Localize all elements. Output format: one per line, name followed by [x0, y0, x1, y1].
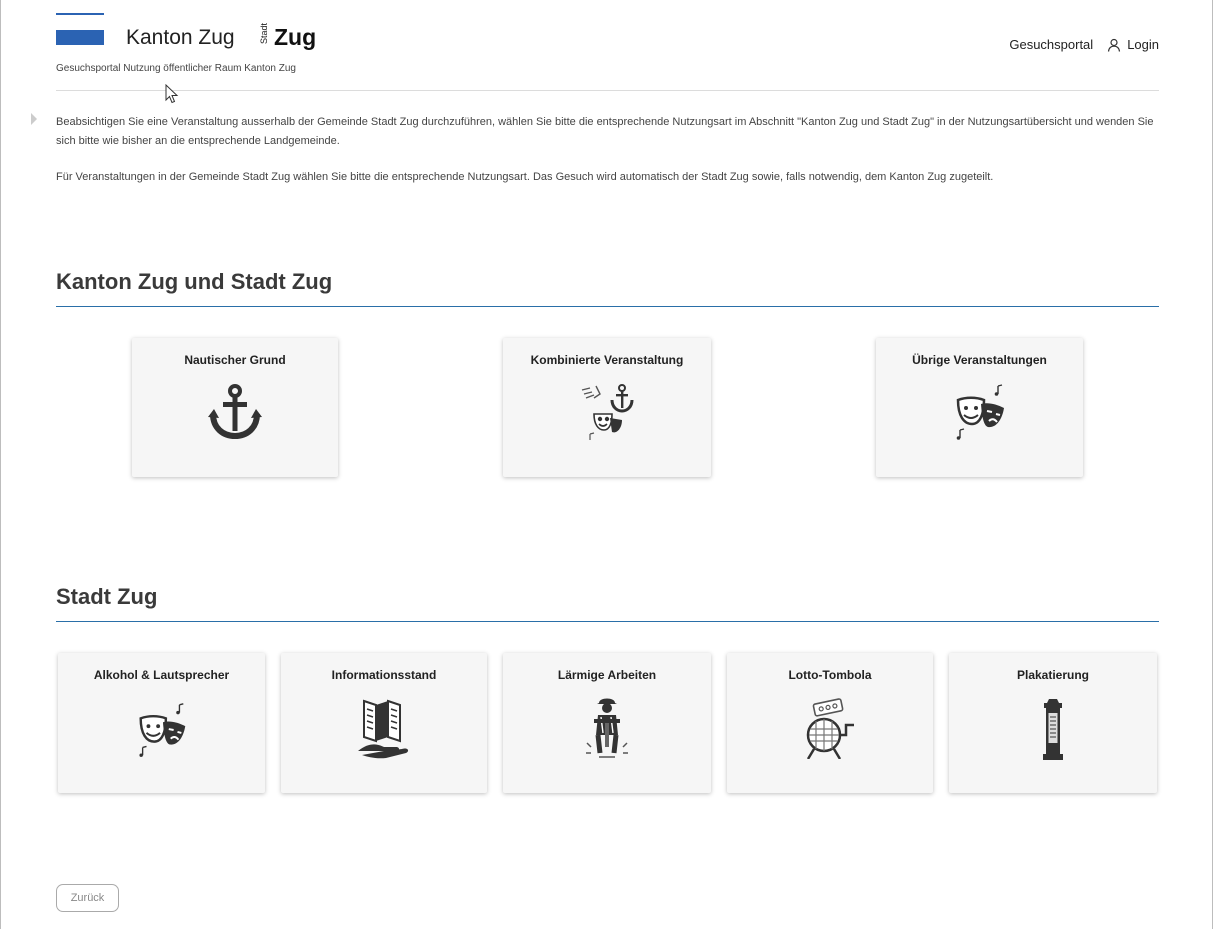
- card-label: Informationsstand: [331, 668, 437, 682]
- brochure-hand-icon: [358, 699, 409, 759]
- card-nautischer-grund[interactable]: Nautischer Grund: [132, 338, 338, 477]
- card-label: Lotto-Tombola: [788, 668, 872, 682]
- mouse-cursor-icon: [165, 84, 179, 104]
- intro-paragraph-2: Für Veranstaltungen in der Gemeinde Stad…: [56, 171, 994, 183]
- advertising-column-icon: [1043, 699, 1063, 760]
- card-plakatierung[interactable]: Plakatierung: [949, 653, 1157, 793]
- back-button[interactable]: Zurück: [56, 884, 119, 912]
- card-label: Plakatierung: [1016, 668, 1090, 682]
- section-divider-1: [56, 306, 1159, 307]
- theater-masks-icon: [138, 703, 185, 757]
- card-alkohol-lautsprecher[interactable]: Alkohol & Lautsprecher: [58, 653, 265, 793]
- theater-masks-icon: [956, 384, 1004, 440]
- page-subtitle: Gesuchsportal Nutzung öffentlicher Raum …: [56, 63, 296, 74]
- collapse-arrow-icon[interactable]: [31, 113, 37, 125]
- nav-gesuchsportal-link[interactable]: Gesuchsportal: [1009, 37, 1093, 52]
- jackhammer-worker-icon: [586, 698, 628, 758]
- lottery-drum-icon: [806, 698, 854, 759]
- header-divider: [56, 90, 1159, 91]
- card-uebrige-veranstaltungen[interactable]: Übrige Veranstaltungen: [876, 338, 1083, 477]
- section-title-kanton-stadt: Kanton Zug und Stadt Zug: [56, 269, 333, 294]
- window-border-left: [0, 0, 1, 929]
- card-informationsstand[interactable]: Informationsstand: [281, 653, 487, 793]
- intro-paragraph-1: Beabsichtigen Sie eine Veranstaltung aus…: [56, 116, 1154, 147]
- card-kombinierte-veranstaltung[interactable]: Kombinierte Veranstaltung: [503, 338, 711, 477]
- intro-text: Beabsichtigen Sie eine Veranstaltung aus…: [56, 113, 1159, 204]
- login-link[interactable]: Login: [1107, 37, 1159, 52]
- user-icon: [1108, 38, 1121, 52]
- card-label: Alkohol & Lautsprecher: [93, 668, 230, 682]
- card-label: Nautischer Grund: [184, 353, 286, 367]
- anchor-icon: [208, 384, 262, 440]
- logo-kanton-text: Kanton Zug: [126, 26, 235, 49]
- kanton-zug-logo-bar: [56, 30, 104, 45]
- card-lotto-tombola[interactable]: Lotto-Tombola: [727, 653, 933, 793]
- card-label: Übrige Veranstaltungen: [912, 353, 1047, 367]
- login-label: Login: [1127, 37, 1159, 52]
- top-nav: Gesuchsportal Login: [1009, 37, 1159, 52]
- logo-stadt-text: Stadt: [259, 22, 269, 44]
- section-title-stadt-zug: Stadt Zug: [56, 584, 158, 609]
- combined-event-icon: [581, 384, 634, 440]
- logo-zug-text: Zug: [274, 24, 317, 50]
- logo-stadt-wrap: Stadt: [259, 23, 271, 64]
- section-divider-2: [56, 621, 1159, 622]
- card-label: Lärmige Arbeiten: [557, 668, 657, 682]
- logo-topline: [56, 13, 104, 15]
- card-label: Kombinierte Veranstaltung: [530, 353, 684, 367]
- page-header: Kanton Zug Stadt Zug Gesuchsportal Nutzu…: [56, 0, 1159, 92]
- card-laermige-arbeiten[interactable]: Lärmige Arbeiten: [503, 653, 711, 793]
